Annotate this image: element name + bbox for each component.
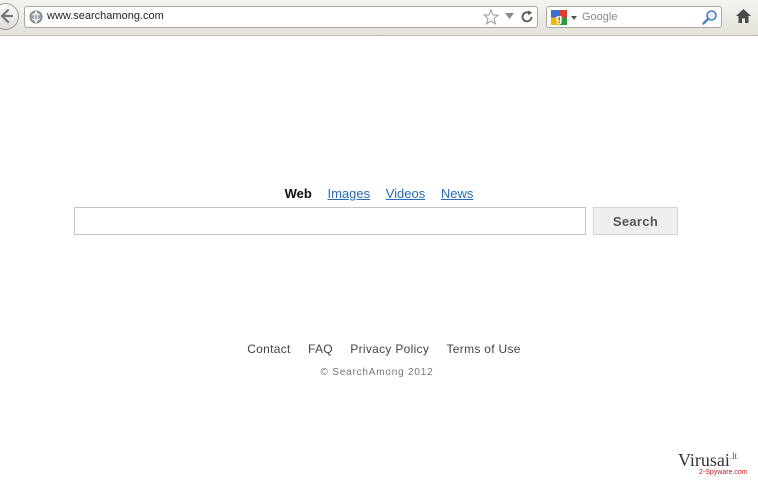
tab-images[interactable]: Images [327,186,370,201]
search-tabs: Web Images Videos News [0,186,758,201]
reload-icon[interactable] [520,10,534,24]
browser-toolbar: www.searchamong.com g Google [0,0,758,36]
footer-link-faq[interactable]: FAQ [308,342,333,356]
back-button[interactable] [0,3,19,30]
footer-link-privacy-policy[interactable]: Privacy Policy [350,342,429,356]
footer-link-contact[interactable]: Contact [247,342,290,356]
globe-icon [29,10,43,24]
footer-link-terms-of-use[interactable]: Terms of Use [447,342,521,356]
footer-links: Contact FAQ Privacy Policy Terms of Use [0,342,758,356]
watermark-logo: Virusai.lt [678,450,737,471]
tab-videos[interactable]: Videos [386,186,426,201]
magnifier-icon[interactable] [702,9,718,25]
search-bar[interactable]: g Google [546,6,722,28]
tab-news[interactable]: News [441,186,474,201]
tab-web[interactable]: Web [285,186,312,201]
watermark-brand: Virusai [678,450,730,470]
dropdown-arrow-icon[interactable] [505,13,514,20]
copyright-text: © SearchAmong 2012 [320,367,434,378]
back-arrow-icon [1,9,13,23]
google-logo-icon[interactable]: g [551,10,567,25]
search-input[interactable] [74,207,586,235]
url-text[interactable]: www.searchamong.com [47,10,164,22]
url-bar[interactable]: www.searchamong.com [24,6,538,28]
watermark-tld: .lt [729,451,738,461]
watermark-subtext: 2-Spyware.com [699,469,748,476]
engine-dropdown-icon[interactable] [571,16,577,20]
star-icon[interactable] [483,9,499,25]
home-icon[interactable] [735,8,752,24]
search-bar-placeholder[interactable]: Google [582,11,617,23]
svg-text:g: g [556,13,563,25]
search-button[interactable]: Search [593,207,678,235]
